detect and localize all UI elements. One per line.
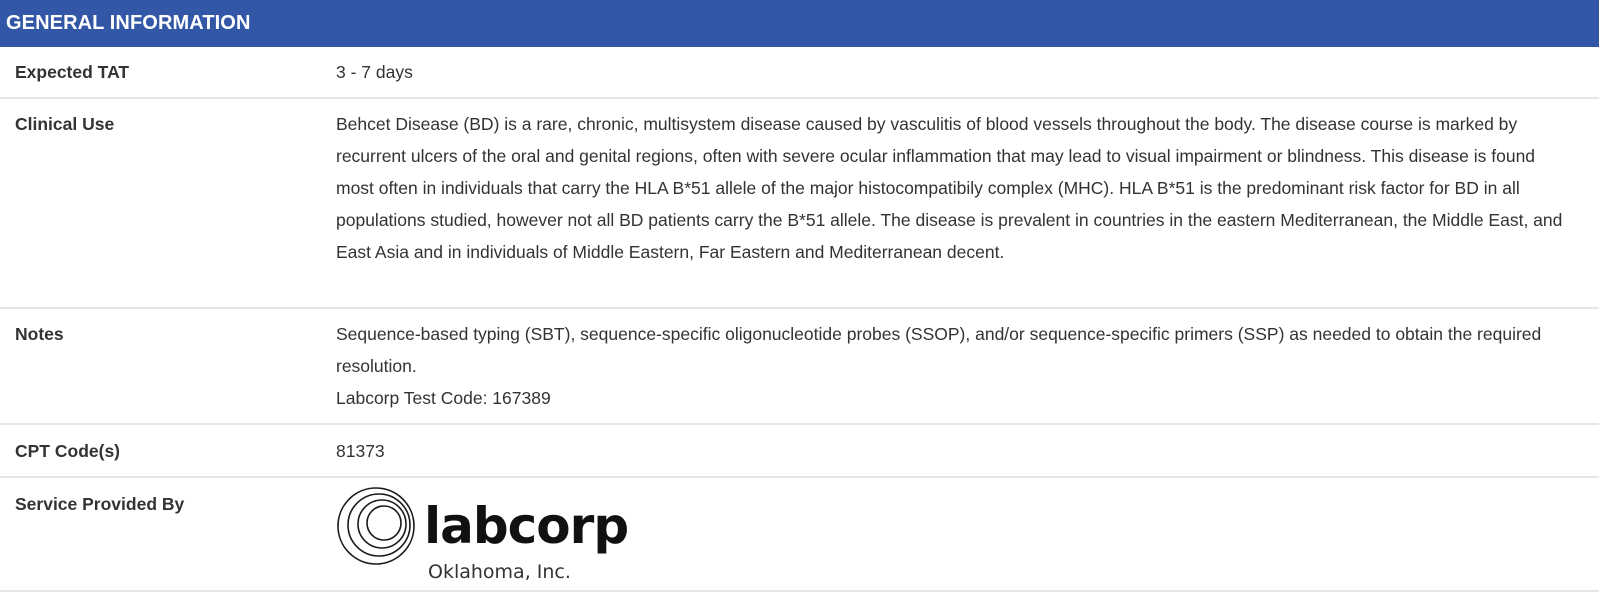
general-information-panel: GENERAL INFORMATION Expected TAT 3 - 7 d…	[0, 0, 1599, 592]
expected-tat-label: Expected TAT	[15, 62, 130, 82]
notes-test-code: Labcorp Test Code: 167389	[336, 388, 551, 408]
cpt-codes-value: 81373	[336, 441, 385, 461]
info-row-service-provided-by: Service Provided By labcorp Oklahoma, In…	[0, 478, 1599, 592]
cpt-codes-label: CPT Code(s)	[15, 441, 120, 461]
info-row-cpt-codes: CPT Code(s) 81373	[0, 425, 1599, 478]
panel-header: GENERAL INFORMATION	[0, 0, 1599, 47]
service-provided-by-label: Service Provided By	[15, 494, 185, 514]
labcorp-subtitle: Oklahoma, Inc.	[428, 561, 571, 583]
notes-label: Notes	[15, 324, 64, 344]
info-row-clinical-use: Clinical Use Behcet Disease (BD) is a ra…	[0, 99, 1599, 309]
labcorp-wordmark: labcorp	[424, 497, 628, 555]
notes-methods-text: Sequence-based typing (SBT), sequence-sp…	[336, 324, 1542, 376]
notes-value: Sequence-based typing (SBT), sequence-sp…	[336, 318, 1599, 423]
info-row-notes: Notes Sequence-based typing (SBT), seque…	[0, 309, 1599, 425]
labcorp-rings-icon	[337, 487, 415, 565]
info-row-expected-tat: Expected TAT 3 - 7 days	[0, 47, 1599, 99]
service-provider-logo-cell: labcorp Oklahoma, Inc.	[336, 487, 1599, 590]
panel-title: GENERAL INFORMATION	[6, 12, 251, 34]
clinical-use-value: Behcet Disease (BD) is a rare, chronic, …	[336, 114, 1563, 262]
expected-tat-value: 3 - 7 days	[336, 62, 413, 82]
clinical-use-label: Clinical Use	[15, 114, 115, 134]
labcorp-logo: labcorp Oklahoma, Inc.	[337, 487, 629, 583]
